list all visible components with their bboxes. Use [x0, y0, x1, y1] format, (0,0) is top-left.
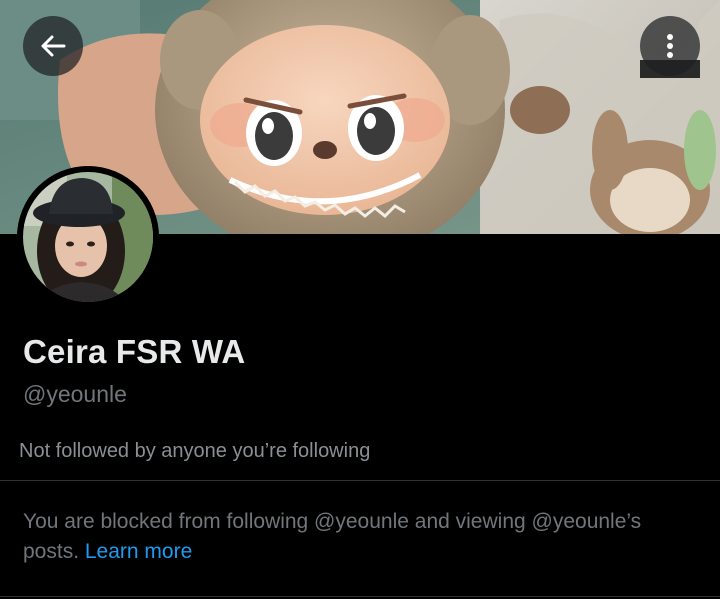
- section-divider: [0, 480, 720, 481]
- avatar-photo: [17, 166, 159, 308]
- more-options-button[interactable]: [640, 16, 700, 76]
- profile-avatar[interactable]: [17, 166, 159, 308]
- bottom-divider: [0, 596, 720, 597]
- learn-more-link[interactable]: Learn more: [85, 540, 192, 563]
- arrow-left-icon: [41, 35, 66, 57]
- blocked-notice: You are blocked from following @yeounle …: [23, 507, 703, 567]
- back-button[interactable]: [23, 16, 83, 76]
- profile-handle: @yeounle: [23, 381, 127, 407]
- profile-display-name: Ceira FSR WA: [23, 333, 246, 370]
- followers-you-know-note: Not followed by anyone you’re following: [19, 440, 371, 462]
- more-vertical-icon: [667, 34, 673, 58]
